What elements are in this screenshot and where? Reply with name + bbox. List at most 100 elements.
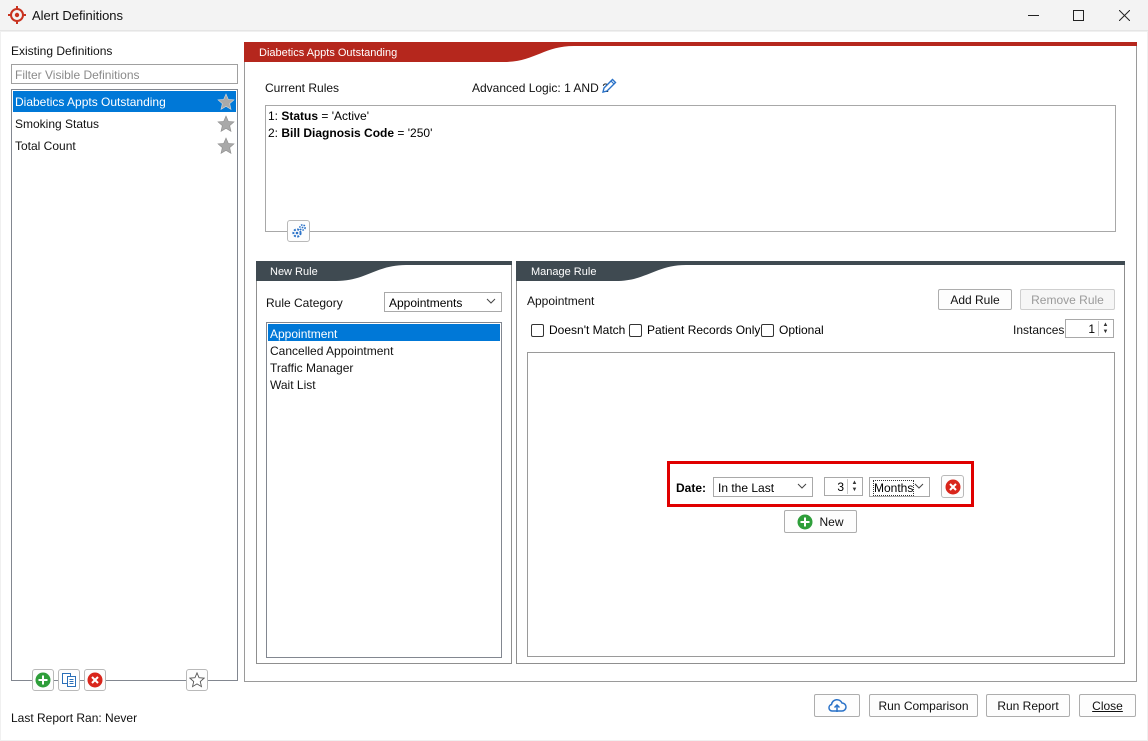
rule-category-label: Rule Category [266,296,343,310]
edit-logic-pencil-icon[interactable] [600,77,618,95]
rule-number: 1: [268,109,279,123]
doesnt-match-checkbox[interactable]: Doesn't Match [531,323,625,337]
definition-label: Diabetics Appts Outstanding [15,95,166,109]
rule-type-item[interactable]: Wait List [268,375,500,392]
favorite-star-icon[interactable] [217,115,235,133]
date-unit-select[interactable]: Months [869,477,930,497]
definition-item-smoking[interactable]: Smoking Status [13,113,236,134]
favorite-star-icon[interactable] [217,137,235,155]
new-rule-tab: New Rule [270,266,318,278]
rule-number: 2: [268,126,279,140]
add-icon [797,514,813,529]
rule-operator: = [397,126,405,140]
run-report-button[interactable]: Run Report [986,694,1070,717]
filter-placeholder: Filter Visible Definitions [15,68,140,82]
star-outline-icon [189,672,205,688]
definition-label: Smoking Status [15,117,100,131]
spin-up-icon[interactable]: ▲ [1099,321,1112,329]
spin-up-icon[interactable]: ▲ [848,479,861,487]
rule-category-value: Appointments [389,296,463,310]
chevron-down-icon [914,483,924,489]
copy-icon [62,673,76,687]
checkbox-box [761,323,774,337]
rule-field: Bill Diagnosis Code [281,126,395,140]
advanced-logic-label: Advanced Logic: 1 AND 2 [472,81,609,95]
definition-label: Total Count [15,139,76,153]
minimize-icon [1027,15,1039,16]
add-icon [35,672,51,688]
date-unit-value: Months [872,480,915,496]
cloud-upload-icon [828,698,847,712]
gears-icon [291,224,306,238]
checkbox-box [629,323,642,337]
rule-type-list[interactable]: Appointment Cancelled Appointment Traffi… [266,322,502,658]
definitions-list[interactable]: Diabetics Appts Outstanding Smoking Stat… [11,89,238,681]
optional-checkbox[interactable]: Optional [761,323,824,337]
current-rules-label: Current Rules [265,81,340,95]
delete-definition-button[interactable] [84,669,106,691]
chevron-down-icon [486,298,496,304]
date-amount-value: 3 [837,480,844,494]
manage-rule-tab: Manage Rule [531,266,597,278]
new-condition-button[interactable]: New [784,510,857,533]
title-bar: Alert Definitions [0,0,1148,31]
filter-definitions-input[interactable]: Filter Visible Definitions [11,64,238,84]
rule-type-item[interactable]: Traffic Manager [268,358,500,375]
new-condition-label: New [819,514,844,529]
manage-rule-title: Appointment [527,294,595,308]
close-button[interactable]: Close [1079,694,1136,717]
spinner-buttons[interactable]: ▲ ▼ [1098,321,1112,336]
manage-rule-tab-shape [516,261,1125,281]
window-close-button[interactable] [1101,0,1147,31]
definition-item-diabetics[interactable]: Diabetics Appts Outstanding [13,91,236,112]
definition-title: Diabetics Appts Outstanding [259,47,398,59]
remove-rule-button[interactable]: Remove Rule [1020,289,1115,310]
instances-value: 1 [1088,322,1095,336]
spinner-buttons[interactable]: ▲ ▼ [847,479,861,494]
checkbox-box [531,323,544,337]
spin-down-icon[interactable]: ▼ [848,487,861,495]
maximize-icon [1072,10,1084,21]
last-report-status: Last Report Ran: Never [11,711,138,725]
rule-type-item[interactable]: Appointment [268,324,500,341]
minimize-button[interactable] [1010,0,1056,31]
rule-line-1: 1: Status = 'Active' [268,109,369,123]
existing-definitions-heading: Existing Definitions [11,44,113,58]
checkbox-label: Optional [779,323,824,337]
rule-settings-button[interactable] [287,220,310,242]
patient-records-only-checkbox[interactable]: Patient Records Only [629,323,760,337]
definition-item-total-count[interactable]: Total Count [13,135,236,156]
remove-condition-button[interactable] [941,475,964,498]
date-operator-value: In the Last [718,481,775,495]
close-icon [1118,10,1130,21]
delete-icon [87,672,103,688]
favorite-star-icon[interactable] [217,93,235,111]
rule-category-select[interactable]: Appointments [384,292,502,312]
app-logo-icon [8,6,26,24]
rule-type-item[interactable]: Cancelled Appointment [268,341,500,358]
date-operator-select[interactable]: In the Last [713,477,813,497]
maximize-button[interactable] [1055,0,1101,31]
rule-value: '250' [407,126,433,140]
checkbox-label: Patient Records Only [647,323,761,337]
instances-label: Instances [1013,323,1065,337]
upload-button[interactable] [814,694,860,717]
checkbox-label: Doesn't Match [549,323,626,337]
copy-definition-button[interactable] [58,669,80,691]
current-rules-box: 1: Status = 'Active' 2: Bill Diagnosis C… [265,105,1116,232]
instances-spinner[interactable]: 1 ▲ ▼ [1065,319,1114,338]
spin-down-icon[interactable]: ▼ [1099,329,1112,337]
rule-operator: = [321,109,329,123]
delete-icon [945,479,960,494]
add-rule-button[interactable]: Add Rule [938,289,1012,310]
chevron-down-icon [797,483,807,489]
condition-field-label: Date: [676,481,707,495]
window-title: Alert Definitions [32,8,124,23]
rule-value: 'Active' [331,109,370,123]
rule-line-2: 2: Bill Diagnosis Code = '250' [268,126,432,140]
add-definition-button[interactable] [32,669,54,691]
rule-field: Status [281,109,319,123]
favorite-button[interactable] [186,669,208,691]
date-amount-spinner[interactable]: 3 ▲ ▼ [824,477,863,496]
run-comparison-button[interactable]: Run Comparison [869,694,978,717]
